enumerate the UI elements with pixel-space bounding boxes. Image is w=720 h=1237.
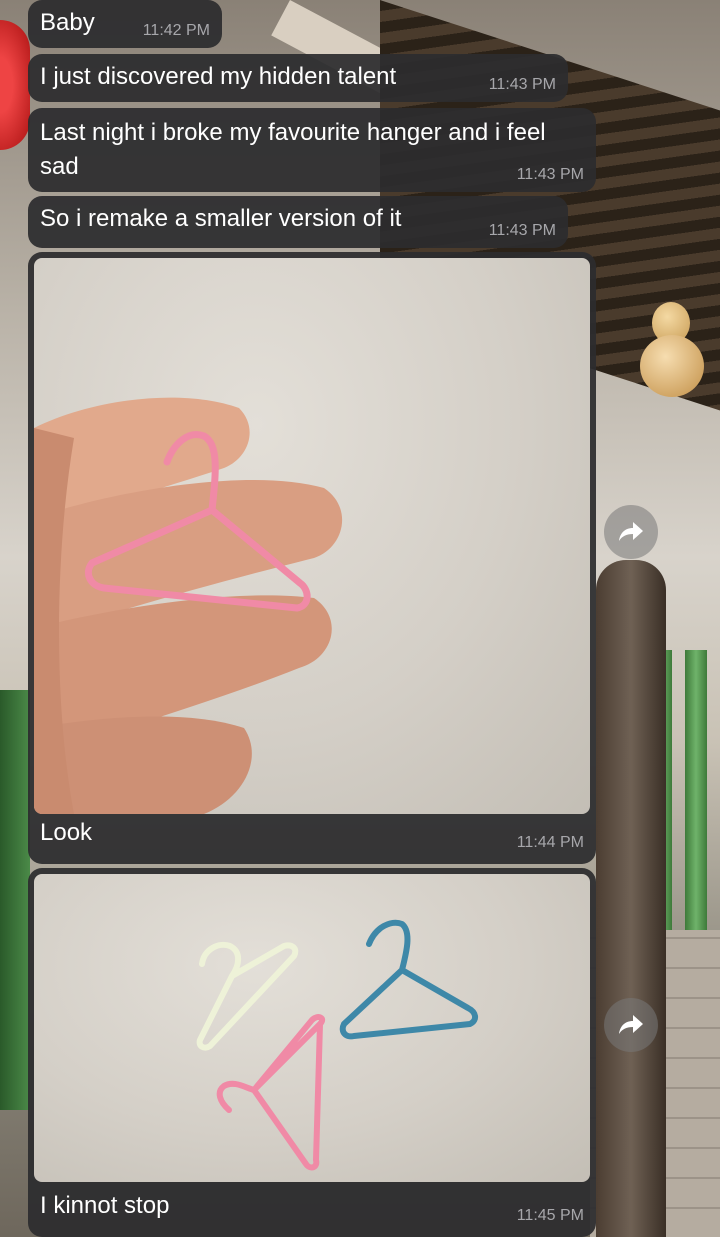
photo-three-hangers bbox=[196, 919, 478, 1171]
share-forward-icon bbox=[619, 522, 643, 541]
message-time: 11:42 PM bbox=[142, 22, 210, 39]
message-bubble[interactable]: So i remake a smaller version of it 11:4… bbox=[28, 196, 568, 248]
forward-button[interactable] bbox=[604, 505, 658, 559]
photo-caption: Look bbox=[40, 819, 93, 846]
message-time: 11:43 PM bbox=[516, 166, 584, 183]
wallpaper-lantern bbox=[0, 20, 30, 150]
wallpaper-bamboo bbox=[685, 650, 707, 940]
photo-message-bubble[interactable]: I kinnot stop 11:45 PM bbox=[28, 868, 596, 1237]
message-text: I just discovered my hidden talent bbox=[40, 63, 397, 90]
message-time: 11:43 PM bbox=[488, 76, 556, 93]
message-bubble[interactable]: I just discovered my hidden talent 11:43… bbox=[28, 54, 568, 102]
forward-button[interactable] bbox=[604, 998, 658, 1052]
share-forward-icon bbox=[619, 1015, 643, 1034]
message-bubble[interactable]: Baby 11:42 PM bbox=[28, 0, 222, 48]
message-photo[interactable] bbox=[34, 258, 590, 814]
message-time: 11:44 PM bbox=[516, 834, 584, 851]
photo-caption: I kinnot stop bbox=[40, 1192, 170, 1219]
wallpaper-gourd-base bbox=[640, 335, 704, 397]
message-text: Last night i broke my favourite hanger a… bbox=[40, 119, 546, 180]
message-time: 11:45 PM bbox=[516, 1207, 584, 1224]
message-photo[interactable] bbox=[34, 874, 590, 1182]
wallpaper-person bbox=[596, 560, 666, 1237]
message-bubble[interactable]: Last night i broke my favourite hanger a… bbox=[28, 108, 596, 192]
message-text: So i remake a smaller version of it bbox=[40, 205, 402, 232]
wallpaper-fence bbox=[0, 690, 30, 1110]
photo-hand-with-hanger bbox=[34, 397, 343, 814]
photo-message-bubble[interactable]: Look 11:44 PM bbox=[28, 252, 596, 864]
message-time: 11:43 PM bbox=[488, 222, 556, 239]
